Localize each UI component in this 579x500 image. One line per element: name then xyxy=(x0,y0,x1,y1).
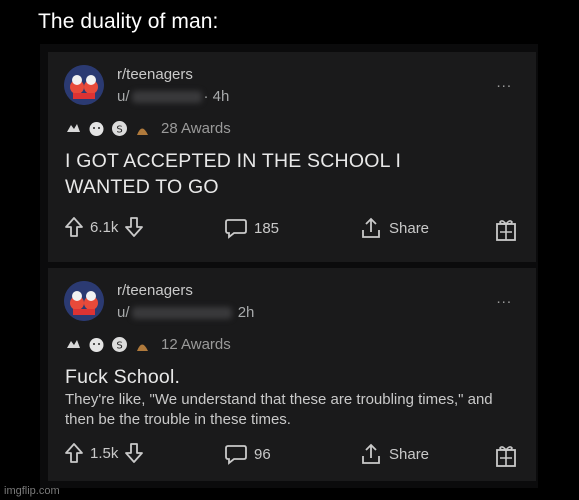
award-silver-icon: S xyxy=(112,337,127,352)
gift-icon xyxy=(496,220,516,241)
subreddit-name[interactable]: r/teenagers xyxy=(117,282,193,299)
svg-text:S: S xyxy=(116,341,122,352)
subreddit-avatar-icon[interactable] xyxy=(64,281,104,321)
username-prefix[interactable]: u/ xyxy=(117,304,130,321)
award-wholesome-icon xyxy=(89,122,104,136)
give-award-button[interactable] xyxy=(495,444,517,468)
username-redacted xyxy=(131,91,202,104)
username-prefix[interactable]: u/ xyxy=(117,88,130,105)
share-icon xyxy=(362,443,380,464)
vote-control: 6.1k xyxy=(64,216,144,238)
share-button[interactable]: Share xyxy=(359,442,429,466)
subreddit-name[interactable]: r/teenagers xyxy=(117,66,193,83)
post-title[interactable]: Fuck School. xyxy=(65,364,485,390)
post-meta: u/ · 4h xyxy=(117,88,229,105)
post-meta: u/ 2h xyxy=(117,304,254,321)
post-card[interactable]: r/teenagers u/ · 4h ... S 28 Awards I GOT… xyxy=(48,52,536,262)
upvote-icon[interactable] xyxy=(64,442,84,464)
comment-icon xyxy=(225,219,247,239)
action-bar: 6.1k 185 Share xyxy=(48,216,536,246)
more-options-icon[interactable]: ... xyxy=(496,290,512,307)
comments-button[interactable]: 96 xyxy=(224,442,271,466)
give-award-button[interactable] xyxy=(495,218,517,242)
post-body: They're like, "We understand that these … xyxy=(65,391,493,428)
upvote-icon[interactable] xyxy=(64,216,84,238)
action-bar: 1.5k 96 Share xyxy=(48,442,536,472)
post-card[interactable]: r/teenagers u/ 2h ... S 12 Awards Fuck S… xyxy=(48,268,536,481)
share-button[interactable]: Share xyxy=(359,216,429,240)
award-silver-icon: S xyxy=(112,121,127,136)
awards-count: 28 Awards xyxy=(161,120,231,137)
watermark: imgflip.com xyxy=(4,485,60,497)
award-poop-icon xyxy=(137,128,148,135)
subreddit-avatar-icon[interactable] xyxy=(64,65,104,105)
downvote-icon[interactable] xyxy=(124,442,144,464)
post-time: · 4h xyxy=(203,88,230,105)
username-redacted xyxy=(131,307,232,320)
downvote-icon[interactable] xyxy=(124,216,144,238)
awards-row[interactable]: S 28 Awards xyxy=(65,120,231,137)
share-label: Share xyxy=(389,445,430,463)
meme-title: The duality of man: xyxy=(38,10,219,33)
more-options-icon[interactable]: ... xyxy=(496,74,512,91)
award-hands-icon xyxy=(67,124,80,132)
vote-count: 6.1k xyxy=(90,218,119,236)
share-label: Share xyxy=(389,219,430,237)
post-time: 2h xyxy=(237,304,255,321)
svg-text:S: S xyxy=(116,125,122,136)
awards-count: 12 Awards xyxy=(161,336,231,353)
post-title[interactable]: I GOT ACCEPTED IN THE SCHOOL I WANTED TO… xyxy=(65,148,485,200)
awards-row[interactable]: S 12 Awards xyxy=(65,336,231,353)
share-icon xyxy=(362,217,380,238)
vote-control: 1.5k xyxy=(64,442,144,464)
gift-icon xyxy=(496,446,516,467)
award-poop-icon xyxy=(137,344,148,351)
comment-count: 96 xyxy=(254,445,271,463)
comment-count: 185 xyxy=(254,219,280,237)
comments-button[interactable]: 185 xyxy=(224,216,279,240)
award-wholesome-icon xyxy=(89,338,104,352)
award-hands-icon xyxy=(67,340,80,348)
vote-count: 1.5k xyxy=(90,444,119,462)
comment-icon xyxy=(225,445,247,465)
